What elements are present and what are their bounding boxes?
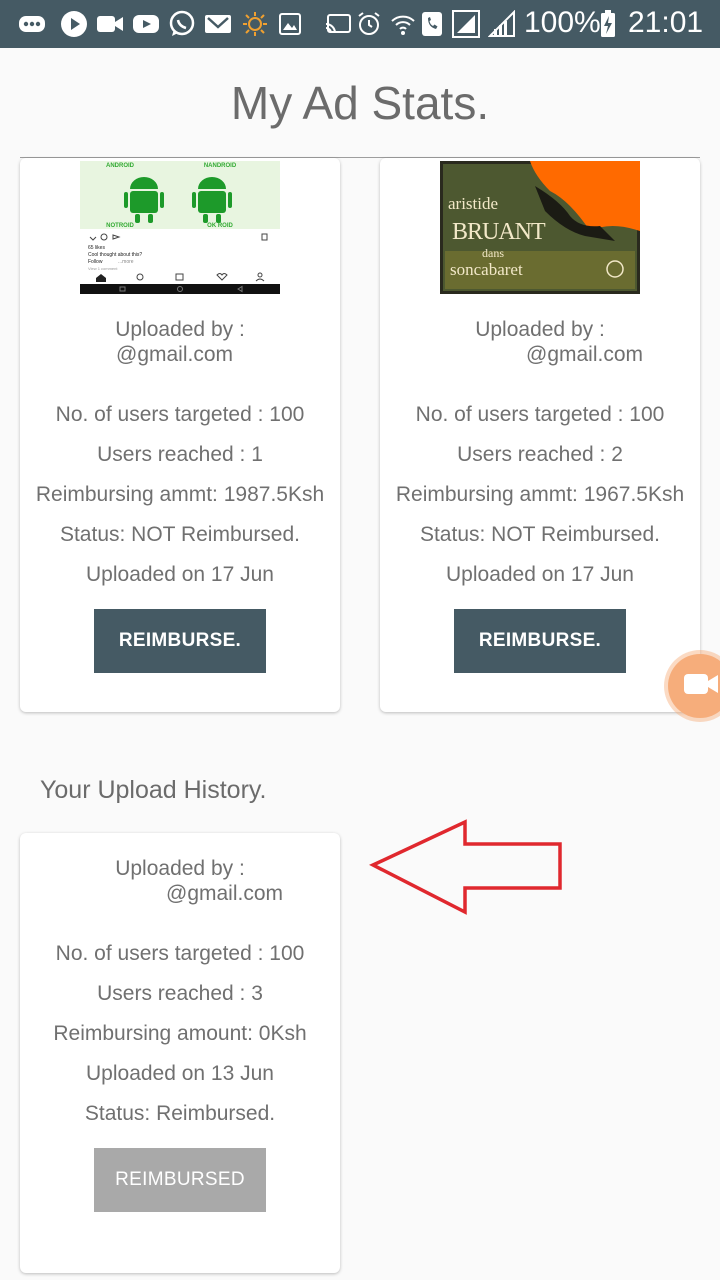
users-reached: Users reached : 3 bbox=[97, 982, 263, 1005]
alarm-icon bbox=[356, 10, 382, 38]
gmail-icon bbox=[204, 10, 232, 38]
uploaded-by-label: Uploaded by : bbox=[475, 318, 605, 341]
brightness-icon bbox=[242, 10, 268, 38]
section-title: Your Upload History. bbox=[40, 776, 267, 804]
uploaded-by-email: @gmail.com bbox=[526, 343, 644, 366]
page-title: My Ad Stats. bbox=[230, 77, 490, 129]
whatsapp-icon bbox=[168, 10, 196, 38]
signal-icon bbox=[488, 10, 516, 38]
wifi-icon bbox=[390, 10, 416, 38]
battery-percent: 100% bbox=[524, 6, 601, 39]
ad-card: ANDROID NANDROID NOTROID OK ROID 65 like… bbox=[20, 158, 340, 712]
phone-icon bbox=[420, 10, 444, 38]
more-icon bbox=[18, 10, 46, 38]
ad-thumbnail[interactable]: aristide BRUANT dans soncabaret bbox=[440, 161, 640, 294]
meme-label: NOTROID bbox=[106, 223, 134, 229]
meme-comments: View 1 comment bbox=[88, 266, 118, 271]
users-reached: Users reached : 2 bbox=[457, 443, 623, 466]
meme-label: NANDROID bbox=[204, 163, 237, 169]
reimbursing-amount: Reimbursing amount: 0Ksh bbox=[53, 1022, 307, 1045]
reimbursement-status: Status: NOT Reimbursed. bbox=[419, 523, 661, 546]
users-reached: Users reached : 1 bbox=[97, 443, 263, 466]
uploaded-by-label: Uploaded by : bbox=[115, 857, 245, 880]
reimbursed-button[interactable]: REIMBURSED bbox=[94, 1148, 266, 1212]
reimbursement-status: Status: Reimbursed. bbox=[84, 1102, 276, 1125]
poster-text: aristide bbox=[448, 194, 498, 213]
uploaded-by-email: @gmail.com bbox=[166, 882, 284, 905]
signal-icon bbox=[452, 10, 480, 38]
video-camera-icon bbox=[680, 670, 720, 703]
upload-date: Uploaded on 17 Jun bbox=[446, 563, 634, 586]
upload-date: Uploaded on 17 Jun bbox=[86, 563, 274, 586]
reimburse-button[interactable]: REIMBURSE. bbox=[94, 609, 266, 673]
youtube-icon bbox=[132, 10, 160, 38]
image-icon bbox=[278, 10, 302, 38]
play-icon bbox=[60, 10, 88, 38]
poster-text: soncabaret bbox=[450, 260, 523, 279]
battery-icon bbox=[600, 10, 616, 38]
video-icon bbox=[96, 10, 124, 38]
uploaded-by-email: @gmail.com bbox=[116, 343, 234, 366]
users-targeted: No. of users targeted : 100 bbox=[55, 942, 305, 965]
poster-text: BRUANT bbox=[452, 219, 546, 245]
cast-icon bbox=[324, 10, 352, 38]
poster-text: dans bbox=[482, 246, 504, 260]
meme-caption: Cool thought about this? bbox=[88, 252, 142, 258]
uploaded-by-label: Uploaded by : bbox=[115, 318, 245, 341]
users-targeted: No. of users targeted : 100 bbox=[55, 403, 305, 426]
users-targeted: No. of users targeted : 100 bbox=[415, 403, 665, 426]
meme-label: ANDROID bbox=[106, 163, 135, 169]
reimbursement-status: Status: NOT Reimbursed. bbox=[59, 523, 301, 546]
ad-thumbnail[interactable]: ANDROID NANDROID NOTROID OK ROID 65 like… bbox=[80, 161, 280, 294]
ad-card: aristide BRUANT dans soncabaret Uploaded… bbox=[380, 158, 700, 712]
status-bar: 100% 21:01 bbox=[0, 0, 720, 48]
meme-follow: Follow bbox=[88, 259, 103, 265]
reimbursing-amount: Reimbursing ammt: 1987.5Ksh bbox=[35, 483, 325, 506]
annotation-arrow-icon bbox=[369, 819, 562, 915]
meme-label: OK ROID bbox=[207, 223, 233, 229]
clock: 21:01 bbox=[628, 6, 704, 39]
meme-more: ...more bbox=[118, 259, 134, 265]
reimbursing-amount: Reimbursing ammt: 1967.5Ksh bbox=[395, 483, 685, 506]
upload-date: Uploaded on 13 Jun bbox=[86, 1062, 274, 1085]
meme-likes: 65 likes bbox=[88, 245, 105, 251]
nav-icons bbox=[96, 274, 106, 282]
reimburse-button[interactable]: REIMBURSE. bbox=[454, 609, 626, 673]
history-card: Uploaded by : @gmail.com No. of users ta… bbox=[20, 833, 340, 1273]
